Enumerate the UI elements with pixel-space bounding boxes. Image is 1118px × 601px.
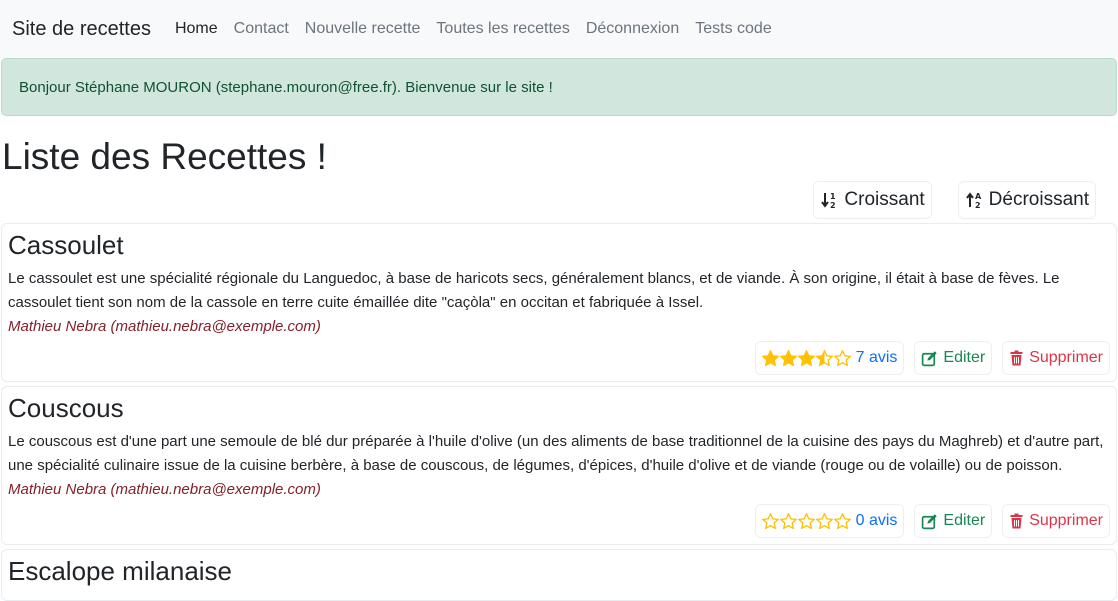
delete-label: Supprimer <box>1029 512 1103 530</box>
star-filled-icon <box>761 350 779 367</box>
sort-descending-button[interactable]: A 2 Décroissant <box>957 181 1096 219</box>
delete-button[interactable]: Supprimer <box>1002 341 1110 376</box>
edit-label: Editer <box>943 349 986 367</box>
reviews-count: 0 avis <box>855 512 898 530</box>
edit-icon <box>922 514 938 530</box>
nav-link-new-recipe[interactable]: Nouvelle recette <box>305 20 421 38</box>
rating-stars <box>761 350 852 367</box>
star-empty-icon <box>761 513 779 530</box>
star-filled-icon <box>797 350 815 367</box>
recipe-author: Mathieu Nebra (mathieu.nebra@exemple.com… <box>8 481 321 499</box>
reviews-count: 7 avis <box>855 349 898 367</box>
nav-link-home[interactable]: Home <box>175 20 218 38</box>
sort-ascending-button[interactable]: 1 2 Croissant <box>813 181 932 219</box>
welcome-alert: Bonjour Stéphane MOURON (stephane.mouron… <box>1 58 1117 116</box>
recipe-title: Couscous <box>8 393 124 424</box>
recipe-description: Le couscous est d'une part une semoule d… <box>8 433 1104 475</box>
sort-descending-label: Décroissant <box>988 189 1089 210</box>
nav-link-logout[interactable]: Déconnexion <box>586 20 679 38</box>
recipe-card-couscous: Couscous Le couscous est d'une part une … <box>1 386 1117 546</box>
delete-button[interactable]: Supprimer <box>1002 504 1110 539</box>
star-empty-icon <box>779 513 797 530</box>
trash-icon <box>1010 350 1023 366</box>
rating-stars <box>761 513 852 530</box>
navbar: Site de recettes Home Contact Nouvelle r… <box>0 0 1118 58</box>
svg-text:2: 2 <box>975 201 981 210</box>
star-empty-icon <box>833 350 851 367</box>
nav-link-all-recipes[interactable]: Toutes les recettes <box>436 20 569 38</box>
recipe-card-escalope: Escalope milanaise <box>1 549 1117 601</box>
page-title: Liste des Recettes ! <box>2 136 327 177</box>
star-half-icon <box>815 350 833 367</box>
star-empty-icon <box>815 513 833 530</box>
edit-icon <box>922 350 938 366</box>
recipe-actions: 0 avis Editer Supprimer <box>8 504 1110 539</box>
sort-ascending-label: Croissant <box>844 189 925 210</box>
sort-descending-icon: A 2 <box>965 192 982 210</box>
recipe-author: Mathieu Nebra (mathieu.nebra@exemple.com… <box>8 318 321 336</box>
star-empty-icon <box>833 513 851 530</box>
site-brand[interactable]: Site de recettes <box>12 18 151 41</box>
nav-link-tests-code[interactable]: Tests code <box>695 20 771 38</box>
star-filled-icon <box>779 350 797 367</box>
edit-button[interactable]: Editer <box>914 341 993 376</box>
recipe-title: Escalope milanaise <box>8 556 233 587</box>
recipe-actions: 7 avis Editer Supprimer <box>8 341 1110 376</box>
star-empty-icon <box>797 513 815 530</box>
svg-text:1: 1 <box>830 192 836 201</box>
recipe-title: Cassoulet <box>8 230 124 260</box>
edit-button[interactable]: Editer <box>914 504 993 539</box>
svg-text:2: 2 <box>830 201 836 210</box>
sort-bar: 1 2 Croissant A 2 Décroissant <box>0 181 1118 219</box>
rating-button[interactable]: 7 avis <box>754 341 905 376</box>
svg-text:A: A <box>975 192 982 201</box>
recipe-description: Le cassoulet est une spécialité régional… <box>8 270 1060 312</box>
delete-label: Supprimer <box>1029 349 1103 367</box>
nav-link-contact[interactable]: Contact <box>234 20 289 38</box>
rating-button[interactable]: 0 avis <box>754 504 905 539</box>
edit-label: Editer <box>943 512 986 530</box>
sort-ascending-icon: 1 2 <box>821 192 836 210</box>
welcome-message: Bonjour Stéphane MOURON (stephane.mouron… <box>19 78 553 96</box>
trash-icon <box>1010 513 1023 529</box>
recipe-card-cassoulet: Cassoulet Le cassoulet est une spécialit… <box>1 223 1117 383</box>
